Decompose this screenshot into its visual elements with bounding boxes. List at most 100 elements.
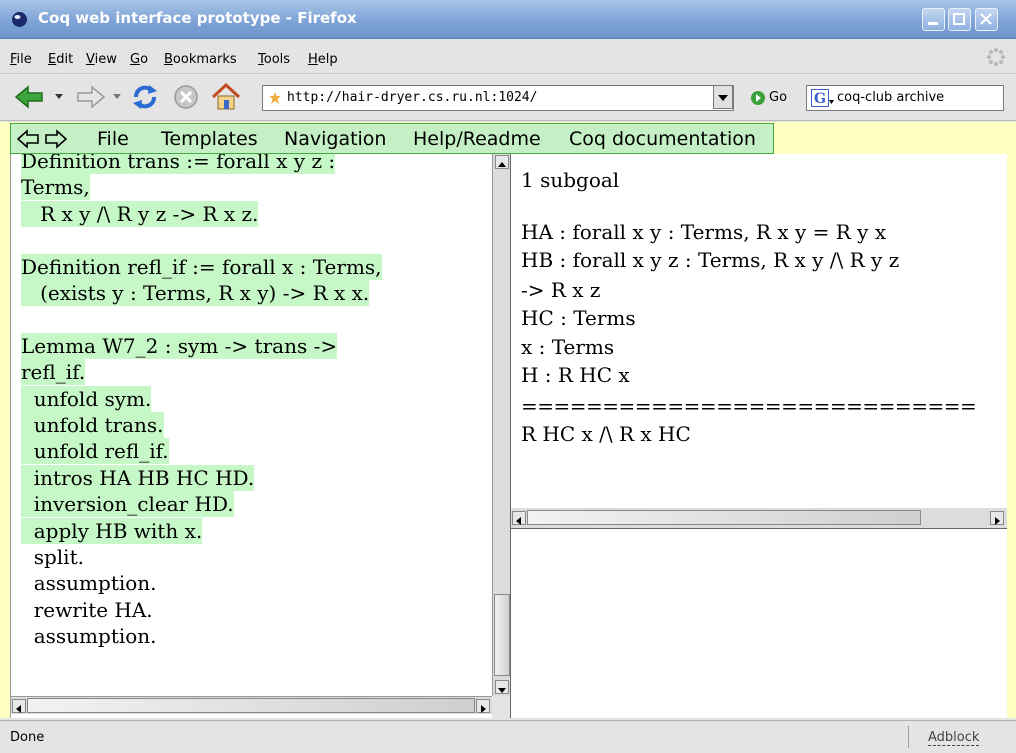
goals-window: 1 subgoal HA : forall x y : Terms, R x y… bbox=[511, 154, 1007, 509]
script-line[interactable]: apply HB with x. bbox=[21, 517, 203, 544]
minimize-button[interactable] bbox=[922, 8, 945, 31]
menu-view[interactable]: View bbox=[86, 52, 117, 67]
scroll-down-button[interactable] bbox=[495, 680, 509, 694]
window-title: Coq web interface prototype - Firefox bbox=[38, 9, 357, 27]
scroll-left-icon bbox=[516, 517, 521, 525]
reload-icon[interactable] bbox=[130, 83, 160, 111]
close-button[interactable] bbox=[975, 8, 998, 31]
chevron-down-icon bbox=[718, 95, 728, 101]
forward-button[interactable] bbox=[72, 84, 106, 110]
scroll-right-icon bbox=[995, 517, 1000, 525]
proof-state-pane: 1 subgoal HA : forall x y : Terms, R x y… bbox=[510, 154, 1007, 718]
scroll-right-icon bbox=[481, 705, 486, 713]
hypothesis-line: H : R HC x bbox=[521, 363, 630, 387]
script-line[interactable]: Terms, bbox=[21, 174, 90, 201]
scroll-thumb[interactable] bbox=[494, 594, 510, 676]
hypothesis-line: x : Terms bbox=[521, 335, 615, 359]
svg-text:G: G bbox=[814, 91, 826, 107]
url-history-dropdown[interactable] bbox=[713, 85, 733, 109]
scroll-thumb-horizontal[interactable] bbox=[27, 698, 475, 713]
go-button[interactable]: Go bbox=[748, 88, 794, 108]
scroll-up-icon bbox=[498, 162, 506, 167]
goal-conclusion: R HC x /\ R x HC bbox=[521, 422, 691, 446]
navigation-toolbar: http://hair-dryer.cs.ru.nl:1024/ Go G co… bbox=[0, 74, 1016, 121]
page-forward-arrow-icon[interactable] bbox=[45, 129, 67, 149]
maximize-icon bbox=[953, 13, 965, 25]
script-pane[interactable]: Definition trans := forall x y z : Terms,… bbox=[10, 154, 511, 718]
menu-file[interactable]: File bbox=[10, 52, 32, 67]
goals-scroll-thumb[interactable] bbox=[527, 510, 921, 525]
menu-help[interactable]: Help bbox=[308, 52, 338, 67]
script-line[interactable]: intros HA HB HC HD. bbox=[21, 464, 255, 491]
firefox-globe-icon bbox=[12, 12, 27, 27]
script-editor[interactable]: Definition trans := forall x y z : Terms,… bbox=[21, 154, 491, 696]
throbber-icon bbox=[987, 48, 1005, 66]
script-line[interactable]: Lemma W7_2 : sym -> trans -> bbox=[21, 332, 338, 359]
messages-window bbox=[511, 529, 1007, 718]
page-menu-help-readme[interactable]: Help/Readme bbox=[413, 128, 541, 150]
google-search-icon[interactable]: G bbox=[811, 89, 835, 107]
minimize-icon bbox=[928, 22, 938, 25]
url-text[interactable]: http://hair-dryer.cs.ru.nl:1024/ bbox=[287, 90, 537, 105]
script-line[interactable]: unfold sym. bbox=[21, 385, 152, 412]
page-favicon-icon bbox=[269, 92, 281, 104]
hypothesis-line: -> R x z bbox=[521, 278, 601, 302]
menu-edit[interactable]: Edit bbox=[48, 52, 73, 67]
goals-scroll-left-button[interactable] bbox=[512, 511, 526, 525]
forward-dropdown-icon[interactable] bbox=[112, 91, 122, 101]
page-menu-templates[interactable]: Templates bbox=[161, 128, 258, 150]
script-line[interactable]: refl_if. bbox=[21, 359, 86, 386]
stop-icon[interactable] bbox=[172, 83, 200, 111]
scroll-down-icon bbox=[498, 688, 506, 693]
script-line[interactable]: (exists y : Terms, R x y) -> R x x. bbox=[21, 280, 370, 306]
script-horizontal-scrollbar[interactable] bbox=[11, 696, 492, 714]
script-vertical-scrollbar[interactable] bbox=[492, 154, 510, 696]
page-menu-file[interactable]: File bbox=[97, 128, 129, 150]
script-line[interactable]: R x y /\ R y z -> R x z. bbox=[21, 200, 259, 227]
scroll-right-button[interactable] bbox=[476, 699, 490, 713]
page-content: File Templates Navigation Help/Readme Co… bbox=[0, 122, 1016, 718]
adblock-link[interactable]: Adblock bbox=[928, 730, 980, 746]
menu-bookmarks[interactable]: Bookmarks bbox=[164, 52, 237, 67]
search-input[interactable]: coq-club archive bbox=[837, 90, 944, 105]
url-bar[interactable]: http://hair-dryer.cs.ru.nl:1024/ bbox=[262, 85, 734, 111]
menu-go[interactable]: Go bbox=[130, 52, 148, 67]
script-line[interactable]: assumption. bbox=[21, 623, 157, 649]
hypothesis-line: HA : forall x y : Terms, R x y = R y x bbox=[521, 220, 887, 244]
scroll-up-button[interactable] bbox=[495, 155, 509, 169]
maximize-button[interactable] bbox=[948, 8, 971, 31]
status-divider bbox=[908, 726, 909, 748]
back-dropdown-icon[interactable] bbox=[54, 91, 64, 101]
script-line[interactable]: split. bbox=[21, 544, 84, 570]
page-menu-navigation[interactable]: Navigation bbox=[284, 128, 386, 150]
subgoal-count: 1 subgoal bbox=[521, 168, 620, 192]
page-menu-coq-documentation[interactable]: Coq documentation bbox=[569, 128, 756, 150]
back-button[interactable] bbox=[14, 84, 48, 110]
script-line[interactable]: unfold refl_if. bbox=[21, 438, 169, 465]
menu-tools[interactable]: Tools bbox=[258, 52, 290, 67]
hypothesis-line: HC : Terms bbox=[521, 306, 636, 330]
goals-scroll-right-button[interactable] bbox=[990, 511, 1004, 525]
page-back-arrow-icon[interactable] bbox=[17, 129, 39, 149]
goals-horizontal-scrollbar[interactable] bbox=[511, 508, 1007, 529]
browser-window: Coq web interface prototype - Firefox Fi… bbox=[0, 0, 1016, 753]
script-line[interactable]: assumption. bbox=[21, 570, 157, 596]
script-line[interactable]: unfold trans. bbox=[21, 412, 164, 438]
script-line[interactable]: Definition trans := forall x y z : bbox=[21, 154, 336, 174]
title-bar: Coq web interface prototype - Firefox bbox=[0, 0, 1016, 39]
script-line[interactable]: Definition refl_if := forall x : Terms, bbox=[21, 253, 382, 280]
home-icon[interactable] bbox=[210, 82, 242, 112]
status-bar: Done Adblock bbox=[0, 720, 1016, 753]
search-box[interactable]: G coq-club archive bbox=[806, 85, 1004, 111]
menu-bar: File Edit View Go Bookmarks Tools Help bbox=[0, 39, 1016, 74]
scroll-left-icon bbox=[16, 705, 21, 713]
goal-separator: ============================ bbox=[521, 394, 977, 418]
status-text: Done bbox=[10, 730, 45, 745]
go-arrow-icon bbox=[751, 91, 765, 105]
hypothesis-line: HB : forall x y z : Terms, R x y /\ R y … bbox=[521, 248, 900, 272]
script-line[interactable]: inversion_clear HD. bbox=[21, 491, 234, 518]
scrollbar-corner bbox=[492, 696, 511, 718]
close-icon bbox=[980, 13, 992, 25]
scroll-left-button[interactable] bbox=[12, 699, 26, 713]
script-line[interactable]: rewrite HA. bbox=[21, 597, 153, 623]
